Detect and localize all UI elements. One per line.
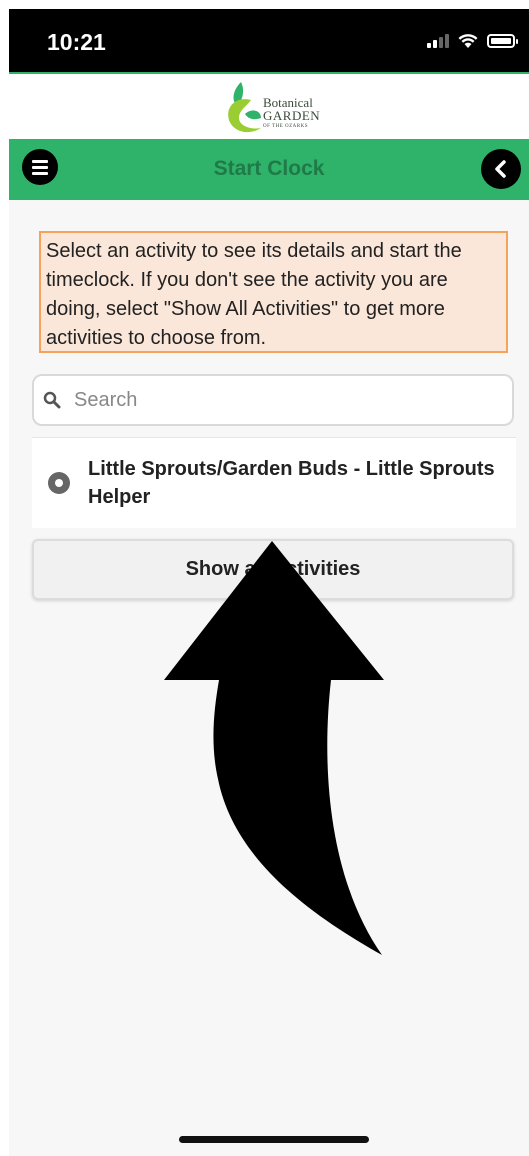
search-icon — [43, 391, 61, 409]
back-button[interactable] — [481, 149, 521, 189]
status-time: 10:21 — [47, 29, 106, 55]
logo-line2: GARDEN — [263, 108, 321, 123]
botanical-garden-logo: Botanical GARDEN OF THE OZARKS — [221, 78, 341, 138]
logo-line3: OF THE OZARKS — [263, 124, 309, 129]
activity-label: Little Sprouts/Garden Buds - Little Spro… — [88, 458, 495, 508]
search-box[interactable] — [32, 374, 514, 426]
logo-bar: Botanical GARDEN OF THE OZARKS — [9, 72, 529, 139]
leaf-logo-icon — [228, 82, 261, 133]
instructions-box: Select an activity to see its details an… — [39, 231, 508, 353]
home-indicator — [179, 1136, 369, 1143]
battery-icon — [487, 34, 518, 48]
activity-list-item[interactable]: Little Sprouts/Garden Buds - Little Spro… — [32, 437, 516, 528]
phone-screen: 10:21 Botanical GARDEN OF THE OZARKS Sta… — [9, 9, 529, 1156]
search-input[interactable] — [74, 376, 504, 424]
status-bar: 10:21 — [9, 9, 529, 72]
chevron-left-icon — [495, 160, 506, 178]
page-title: Start Clock — [213, 157, 325, 180]
status-icons — [427, 33, 518, 49]
wifi-icon — [458, 34, 478, 48]
logo-text: Botanical GARDEN OF THE OZARKS — [263, 96, 320, 129]
cellular-signal-icon — [427, 34, 449, 48]
show-all-activities-button[interactable]: Show all Activities — [32, 539, 514, 600]
activity-radio[interactable] — [48, 472, 70, 494]
nav-bar: Start Clock — [9, 139, 529, 200]
